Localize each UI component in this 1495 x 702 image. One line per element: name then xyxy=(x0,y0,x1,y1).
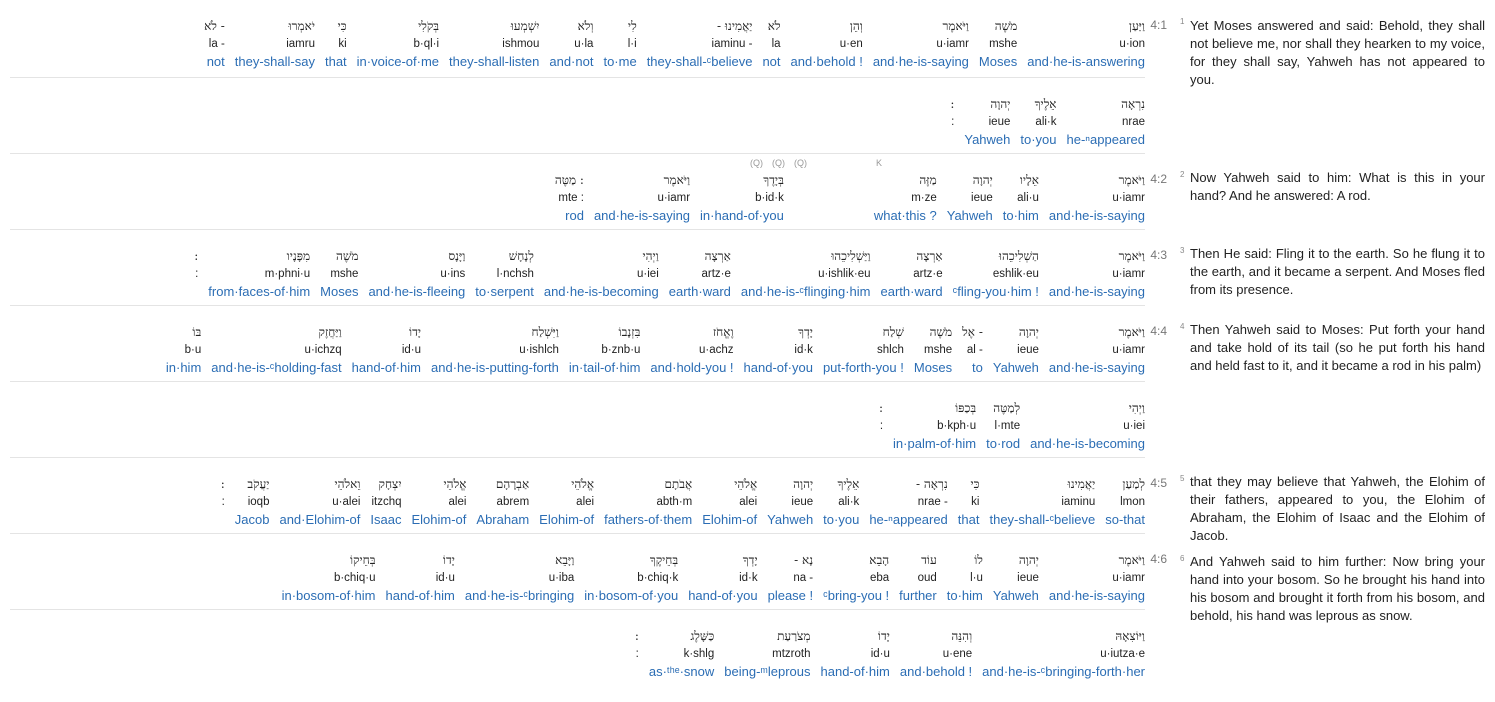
verse-reference: 4:4 xyxy=(1150,324,1167,338)
word[interactable]: מְצֹרַעַת mtzroth being-ᵐleprous xyxy=(714,627,810,702)
verse-number: 3 xyxy=(1180,246,1185,255)
word[interactable]: יָדוֹ id·u hand-of·him xyxy=(811,627,890,702)
verse-number: 6 xyxy=(1180,554,1185,563)
translation-verse: And Yahweh said to him further: Now brin… xyxy=(1190,554,1485,623)
verse-reference: 4:2 xyxy=(1150,172,1167,186)
verse-row: 4:3 וַיֹּאמֶר u·iamr and·he-is-saying הַשְ… xyxy=(10,230,1167,306)
verse-reference: 4:3 xyxy=(1150,248,1167,262)
verse-row: 4:2 (Q) (Q) (Q) K וַיֹּאמֶר u·iamr and·he-… xyxy=(10,154,1167,230)
verse-reference: 4:5 xyxy=(1150,476,1167,490)
qere-mark: (Q) xyxy=(750,158,763,168)
word[interactable]: וְהִנֵּה u·ene and·behold ! xyxy=(890,627,972,702)
verse-reference: 4:1 xyxy=(1150,18,1167,32)
verse-row: 4:4 וַיֹּאמֶר u·iamr and·he-is-saying יְהו… xyxy=(10,306,1167,382)
verse-row: נִרְאָה nrae he-ⁿappeared אֵלֶיךָ ali·k to·y… xyxy=(10,78,1145,154)
interlinear-panel: 4:1 וַיַּעַן u·ion and·he-is-answering מֹש… xyxy=(10,0,1167,685)
translation-verse: Then He said: Fling it to the earth. So … xyxy=(1190,246,1485,297)
verse-number: 1 xyxy=(1180,17,1185,26)
word[interactable]: וַיּוֹצִאָהּ u·iutza·e and·he-is-ᶜbringing… xyxy=(972,627,1145,702)
word-line: וַיּוֹצִאָהּ u·iutza·e and·he-is-ᶜbringing… xyxy=(625,627,1145,702)
translation-verse: Yet Moses answered and said: Behold, the… xyxy=(1190,18,1485,87)
word[interactable]: כַּשָּׁלֶג k·shlg as·ᵗʰᵉ·snow xyxy=(639,627,714,702)
qere-mark: (Q) xyxy=(772,158,785,168)
verse-number: 5 xyxy=(1180,474,1185,483)
translation-verse: that they may believe that Yahweh, the E… xyxy=(1190,474,1485,543)
verse-row: וַיְהִי u·iei and·he-is-becoming לְמַטֶּה l… xyxy=(10,382,1145,458)
translation-verse: Then Yahweh said to Moses: Put forth you… xyxy=(1190,322,1485,373)
verse-row: 4:6 וַיֹּאמֶר u·iamr and·he-is-saying יְהו… xyxy=(10,534,1167,610)
verse-reference: 4:6 xyxy=(1150,552,1167,566)
verse-row: 4:1 וַיַּעַן u·ion and·he-is-answering מֹש… xyxy=(10,0,1167,78)
word[interactable]: :: xyxy=(625,627,639,702)
qere-mark: (Q) xyxy=(794,158,807,168)
verse-number: 2 xyxy=(1180,170,1185,179)
verse-number: 4 xyxy=(1180,322,1185,331)
translation-verse: Now Yahweh said to him: What is this in … xyxy=(1190,170,1485,203)
verse-row: 4:5 לְמַעַן lmon so-that יַאֲמִינוּ iaminu t… xyxy=(10,458,1167,534)
verse-row: וַיּוֹצִאָהּ u·iutza·e and·he-is-ᶜbringing… xyxy=(10,610,1145,685)
ketiv-mark: K xyxy=(876,158,883,168)
